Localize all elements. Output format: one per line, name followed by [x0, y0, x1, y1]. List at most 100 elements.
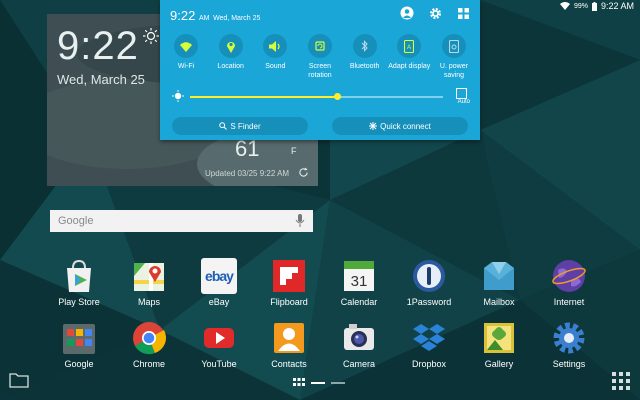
1password-icon	[413, 260, 445, 292]
app-label: Chrome	[132, 359, 165, 369]
panel-ampm: AM	[198, 15, 210, 22]
toggle-label: Adapt display	[388, 63, 431, 70]
mailbox-icon	[484, 262, 514, 290]
page-dot-active[interactable]	[311, 381, 325, 384]
app-dropbox[interactable]: Dropbox	[394, 320, 464, 369]
weather-sun-icon	[143, 28, 159, 44]
app-google-folder[interactable]: Google	[44, 320, 114, 369]
app-chrome[interactable]: Chrome	[114, 320, 184, 369]
app-label: Dropbox	[411, 359, 447, 369]
app-play-store[interactable]: Play Store	[44, 258, 114, 307]
app-label: Flipboard	[270, 297, 308, 307]
app-internet[interactable]: Internet	[534, 258, 604, 307]
gallery-icon	[484, 323, 514, 353]
app-maps[interactable]: Maps	[114, 258, 184, 307]
toggle-label: Sound	[265, 63, 286, 70]
panel-date: Wed, March 25	[213, 15, 261, 22]
panel-time: 9:22	[170, 8, 196, 23]
toggle-label: U. power saving	[439, 63, 468, 79]
app-label: Maps	[137, 297, 160, 307]
ebay-icon: ebay	[201, 258, 237, 294]
app-label: Camera	[342, 359, 375, 369]
widget-time: 9:22	[57, 24, 139, 68]
app-1password[interactable]: 1Password	[394, 258, 464, 307]
apps-drawer-icon[interactable]	[612, 372, 630, 390]
app-calendar[interactable]: 31 Calendar	[324, 258, 394, 307]
app-camera[interactable]: Camera	[324, 320, 394, 369]
s-finder-label: S Finder	[230, 121, 261, 131]
calendar-day: 31	[351, 273, 368, 290]
battery-percent: 99%	[573, 2, 588, 10]
app-contacts[interactable]: Contacts	[254, 320, 324, 369]
search-icon	[219, 122, 228, 130]
app-label: 1Password	[406, 297, 452, 307]
toggle-adapt-display[interactable]: A Adapt display	[387, 34, 431, 80]
maps-icon	[134, 263, 164, 291]
wifi-icon	[180, 41, 192, 52]
panel-clock: 9:22 AM Wed, March 25	[170, 8, 260, 23]
battery-icon	[591, 1, 597, 11]
widget-temp-unit: F	[291, 146, 297, 156]
toggle-power-saving[interactable]: U. power saving	[432, 34, 476, 80]
s-finder-button[interactable]: S Finder	[172, 117, 308, 135]
brightness-slider[interactable]	[190, 93, 443, 100]
contacts-icon	[274, 323, 304, 353]
dropbox-icon	[413, 324, 445, 351]
microphone-icon[interactable]	[295, 214, 305, 228]
app-ebay[interactable]: ebay eBay	[184, 258, 254, 307]
toggle-bluetooth[interactable]: Bluetooth	[343, 34, 387, 80]
toggle-label: Screen rotation	[308, 63, 332, 79]
toggle-location[interactable]: Location	[209, 34, 253, 80]
app-label: Play Store	[58, 297, 100, 307]
app-label: Calendar	[340, 297, 378, 307]
quick-connect-button[interactable]: Quick connect	[332, 117, 468, 135]
widget-date: Wed, March 25	[57, 72, 145, 87]
app-label: eBay	[208, 297, 230, 307]
gear-icon[interactable]	[428, 6, 442, 20]
app-label: Gallery	[484, 359, 514, 369]
screen-rotation-icon	[315, 41, 325, 51]
calendar-icon: 31	[344, 261, 374, 291]
sound-icon	[268, 40, 280, 52]
app-label: Mailbox	[483, 297, 515, 307]
app-gallery[interactable]: Gallery	[464, 320, 534, 369]
home-grid-icon[interactable]	[293, 378, 305, 387]
toggle-wifi[interactable]: Wi-Fi	[164, 34, 208, 80]
auto-brightness-checkbox[interactable]	[456, 88, 467, 99]
page-dot[interactable]	[331, 381, 345, 384]
app-mailbox[interactable]: Mailbox	[464, 258, 534, 307]
toggle-label: Bluetooth	[349, 63, 380, 70]
flipboard-icon	[273, 260, 305, 292]
brightness-control: Auto	[170, 86, 470, 106]
toggle-sound[interactable]: Sound	[253, 34, 297, 80]
brightness-fill	[190, 96, 337, 98]
chrome-icon	[133, 322, 167, 355]
app-settings[interactable]: Settings	[534, 320, 604, 369]
ebay-logo-text: ebay	[205, 268, 234, 284]
quick-connect-label: Quick connect	[380, 121, 431, 131]
app-youtube[interactable]: YouTube	[184, 320, 254, 369]
toggle-screen-rotation[interactable]: Screen rotation	[298, 34, 342, 80]
settings-icon	[553, 322, 585, 354]
brightness-icon	[172, 90, 184, 102]
google-search-bar[interactable]: Google	[50, 210, 313, 232]
refresh-icon[interactable]	[298, 167, 309, 178]
location-icon	[226, 41, 235, 53]
app-label: YouTube	[201, 359, 237, 369]
power-saving-icon	[448, 39, 459, 53]
bluetooth-icon	[361, 40, 368, 52]
app-label: Settings	[552, 359, 586, 369]
app-label: Google	[64, 359, 94, 369]
google-folder-icon	[63, 324, 95, 354]
folder-icon[interactable]	[9, 372, 29, 388]
status-time: 9:22 AM	[600, 1, 634, 11]
app-label: Contacts	[271, 359, 307, 369]
camera-icon	[344, 324, 374, 350]
app-flipboard[interactable]: Flipboard	[254, 258, 324, 307]
brightness-thumb[interactable]	[333, 93, 341, 100]
app-grid: Play Store Maps ebay eBay Flipboard 31 C…	[44, 258, 604, 382]
user-icon[interactable]	[400, 6, 414, 20]
grid-edit-icon[interactable]	[456, 6, 470, 20]
svg-text:A: A	[407, 45, 411, 51]
app-label: Internet	[553, 297, 585, 307]
